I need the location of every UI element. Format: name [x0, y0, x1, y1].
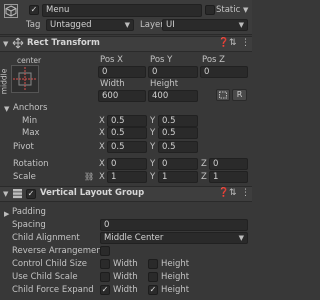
tag-dropdown[interactable]: Untagged ▼ — [46, 19, 134, 31]
pivot-x-field[interactable]: 0.5 — [107, 141, 147, 153]
posz-column-label: Pos Z — [202, 55, 225, 65]
child-alignment-dropdown[interactable]: Middle Center ▼ — [100, 232, 248, 244]
static-dropdown-icon[interactable]: ▼ — [243, 4, 248, 16]
anchor-max-y-field[interactable]: 0.5 — [158, 127, 198, 139]
raw-edit-button[interactable]: R — [232, 89, 247, 101]
force-expand-width-checkbox[interactable]: ✓ — [100, 285, 110, 295]
constrain-proportions-icon[interactable]: ⛓ — [84, 171, 94, 183]
pivot-y-field[interactable]: 0.5 — [158, 141, 198, 153]
anchor-min-x-field[interactable]: 0.5 — [107, 115, 147, 127]
posy-column-label: Pos Y — [150, 55, 173, 65]
tag-label: Tag — [26, 20, 41, 30]
posx-column-label: Pos X — [100, 55, 123, 65]
help-icon[interactable]: ❓ — [218, 37, 229, 49]
spacing-label: Spacing — [12, 220, 46, 230]
force-expand-height-label: Height — [161, 285, 190, 295]
padding-label[interactable]: Padding — [12, 207, 46, 218]
use-scale-height-label: Height — [161, 272, 190, 282]
force-expand-height-checkbox[interactable]: ✓ — [148, 285, 158, 295]
anchors-label[interactable]: Anchors — [13, 103, 47, 114]
more-options-icon[interactable]: ⋮ — [241, 187, 250, 199]
anchor-preset-button[interactable] — [11, 65, 39, 93]
gameobject-icon — [4, 4, 18, 18]
control-size-height-checkbox[interactable] — [148, 259, 158, 269]
static-checkbox[interactable] — [205, 5, 215, 15]
width-field[interactable]: 600 — [98, 90, 146, 102]
use-scale-width-label: Width — [113, 272, 138, 282]
use-scale-width-checkbox[interactable] — [100, 272, 110, 282]
control-child-size-label: Control Child Size — [12, 259, 88, 269]
layout-group-icon — [12, 188, 23, 203]
control-size-height-label: Height — [161, 259, 190, 269]
use-scale-height-checkbox[interactable] — [148, 272, 158, 282]
layer-value: UI — [166, 20, 175, 30]
rect-transform-title: Rect Transform — [27, 38, 100, 48]
max-label: Max — [22, 128, 40, 138]
chevron-down-icon: ▼ — [238, 21, 244, 29]
height-field[interactable]: 400 — [148, 90, 198, 102]
help-icon[interactable]: ❓ — [218, 187, 229, 199]
scale-z-axis-label: Z — [201, 172, 207, 182]
rotation-x-field[interactable]: 0 — [107, 158, 147, 170]
rot-z-axis-label: Z — [201, 159, 207, 169]
spacing-field[interactable]: 0 — [100, 219, 248, 231]
pivot-label: Pivot — [13, 142, 34, 152]
child-force-expand-label: Child Force Expand — [12, 285, 94, 295]
child-alignment-label: Child Alignment — [12, 233, 80, 243]
scale-z-field[interactable]: 1 — [209, 171, 248, 183]
rot-x-axis-label: X — [99, 159, 105, 169]
scale-y-field[interactable]: 1 — [158, 171, 198, 183]
anchors-foldout-icon[interactable]: ▼ — [4, 105, 9, 113]
static-label: Static — [216, 5, 241, 15]
pivot-y-axis-label: Y — [150, 142, 156, 152]
settings-sliders-icon[interactable]: ⇅ — [229, 187, 237, 199]
vlg-enabled-checkbox[interactable]: ✓ — [26, 189, 36, 199]
max-y-axis-label: Y — [150, 128, 156, 138]
anchor-min-y-field[interactable]: 0.5 — [158, 115, 198, 127]
reverse-arrangement-checkbox[interactable] — [100, 246, 110, 256]
raw-edit-label: R — [236, 90, 243, 99]
tag-value: Untagged — [50, 20, 92, 30]
padding-foldout-icon[interactable]: ▶ — [4, 210, 9, 218]
scale-label: Scale — [13, 172, 36, 182]
vertical-layout-group-title: Vertical Layout Group — [40, 188, 145, 198]
rect-transform-icon — [12, 37, 24, 53]
more-options-icon[interactable]: ⋮ — [241, 37, 250, 49]
rotation-y-field[interactable]: 0 — [158, 158, 198, 170]
min-label: Min — [22, 116, 38, 126]
anchor-max-x-field[interactable]: 0.5 — [107, 127, 147, 139]
rotation-label: Rotation — [13, 159, 49, 169]
layer-dropdown[interactable]: UI ▼ — [162, 19, 248, 31]
layer-label: Layer — [140, 20, 164, 30]
max-x-axis-label: X — [99, 128, 105, 138]
force-expand-width-label: Width — [113, 285, 138, 295]
gameobject-name-field[interactable]: Menu — [42, 4, 202, 17]
foldout-expanded-icon[interactable]: ▼ — [3, 190, 8, 198]
control-size-width-label: Width — [113, 259, 138, 269]
anchor-preset-side-label: middle — [0, 68, 9, 95]
min-x-axis-label: X — [99, 116, 105, 126]
width-column-label: Width — [100, 79, 125, 89]
rotation-z-field[interactable]: 0 — [209, 158, 248, 170]
chevron-down-icon: ▼ — [238, 234, 244, 242]
pivot-x-axis-label: X — [99, 142, 105, 152]
blueprint-mode-button[interactable] — [216, 89, 230, 101]
rot-y-axis-label: Y — [150, 159, 156, 169]
scale-x-axis-label: X — [99, 172, 105, 182]
settings-sliders-icon[interactable]: ⇅ — [229, 37, 237, 49]
posy-field[interactable]: 0 — [148, 66, 198, 78]
foldout-expanded-icon[interactable]: ▼ — [3, 40, 8, 48]
control-size-width-checkbox[interactable] — [100, 259, 110, 269]
height-column-label: Height — [150, 79, 179, 89]
active-checkbox[interactable]: ✓ — [29, 5, 39, 15]
child-alignment-value: Middle Center — [104, 233, 164, 243]
chevron-down-icon: ▼ — [124, 21, 130, 29]
scale-y-axis-label: Y — [150, 172, 156, 182]
reverse-arrangement-label: Reverse Arrangement — [12, 246, 105, 256]
use-child-scale-label: Use Child Scale — [12, 272, 78, 282]
scale-x-field[interactable]: 1 — [107, 171, 147, 183]
min-y-axis-label: Y — [150, 116, 156, 126]
posz-field[interactable]: 0 — [200, 66, 248, 78]
posx-field[interactable]: 0 — [98, 66, 146, 78]
